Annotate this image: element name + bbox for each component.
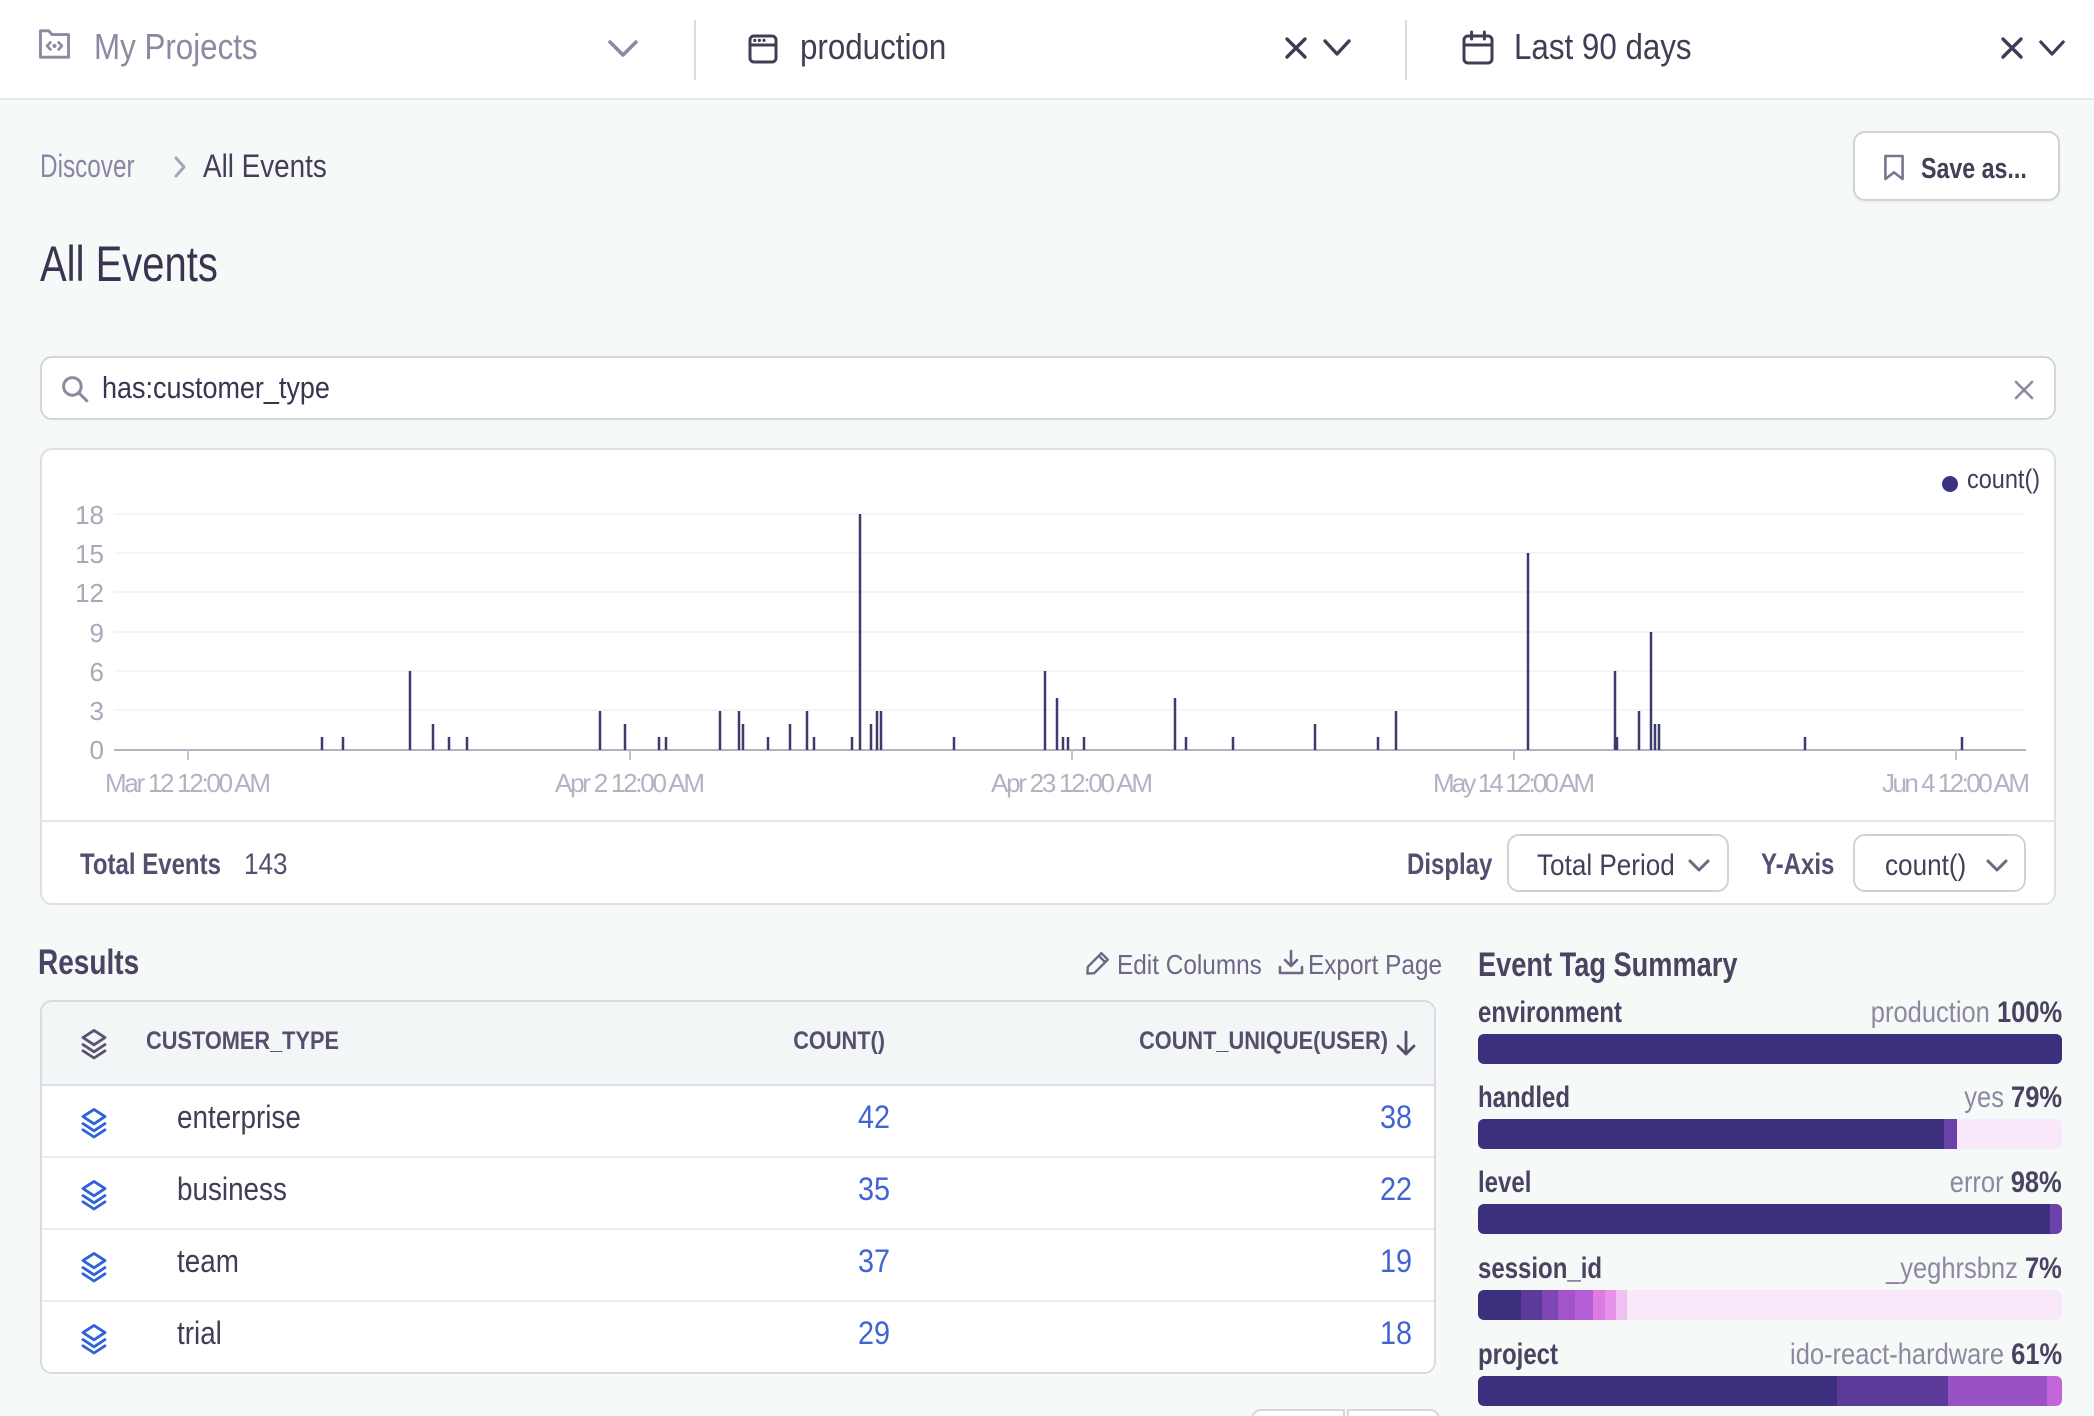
svg-text:3: 3 (90, 696, 104, 726)
svg-text:18: 18 (75, 500, 104, 530)
svg-text:9: 9 (90, 618, 104, 648)
svg-text:15: 15 (75, 539, 104, 569)
svg-text:12: 12 (75, 578, 104, 608)
svg-text:Apr 2 12:00 AM: Apr 2 12:00 AM (555, 768, 705, 798)
svg-text:May 14 12:00 AM: May 14 12:00 AM (1433, 768, 1595, 798)
svg-text:6: 6 (90, 657, 104, 687)
svg-text:Apr 23 12:00 AM: Apr 23 12:00 AM (991, 768, 1153, 798)
svg-text:Jun 4 12:00 AM: Jun 4 12:00 AM (1882, 768, 2030, 798)
svg-text:Mar 12 12:00 AM: Mar 12 12:00 AM (105, 768, 271, 798)
svg-text:0: 0 (90, 735, 104, 765)
